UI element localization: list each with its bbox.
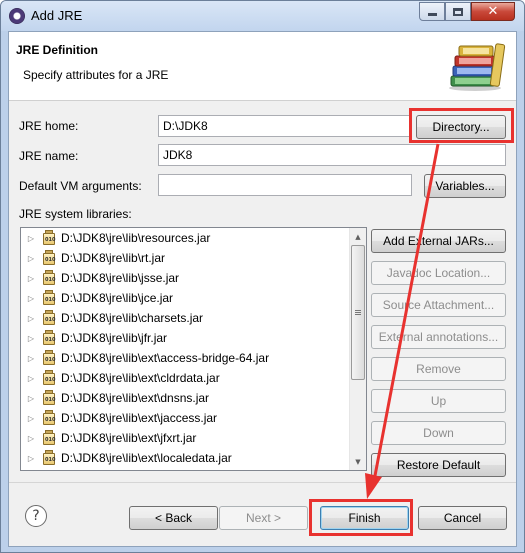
minimize-icon xyxy=(427,13,437,16)
expand-arrow-icon[interactable]: ▷ xyxy=(21,234,41,243)
jar-file-icon: 010 xyxy=(41,230,57,246)
list-item[interactable]: ▷ 010 D:\JDK8\jre\lib\resources.jar xyxy=(21,228,351,248)
expand-arrow-icon[interactable]: ▷ xyxy=(21,254,41,263)
next-button[interactable]: Next > xyxy=(219,506,308,530)
list-item[interactable]: ▷ 010 D:\JDK8\jre\lib\ext\dnsns.jar xyxy=(21,388,351,408)
add-external-jars-button[interactable]: Add External JARs... xyxy=(371,229,506,253)
cancel-button[interactable]: Cancel xyxy=(418,506,507,530)
jar-file-icon: 010 xyxy=(41,310,57,326)
jar-file-icon: 010 xyxy=(41,270,57,286)
footer-separator xyxy=(9,482,516,483)
library-path: D:\JDK8\jre\lib\ext\cldrdata.jar xyxy=(61,371,220,385)
wizard-header: JRE Definition Specify attributes for a … xyxy=(9,32,516,101)
expand-arrow-icon[interactable]: ▷ xyxy=(21,274,41,283)
window-title: Add JRE xyxy=(31,8,83,23)
vm-arguments-label: Default VM arguments: xyxy=(19,179,142,193)
source-attachment-button[interactable]: Source Attachment... xyxy=(371,293,506,317)
maximize-icon xyxy=(453,7,463,16)
list-item[interactable]: ▷ 010 D:\JDK8\jre\lib\jce.jar xyxy=(21,288,351,308)
library-path: D:\JDK8\jre\lib\jfr.jar xyxy=(61,331,168,345)
dialog-body: JRE Definition Specify attributes for a … xyxy=(8,31,517,547)
list-item[interactable]: ▷ 010 D:\JDK8\jre\lib\jsse.jar xyxy=(21,268,351,288)
expand-arrow-icon[interactable]: ▷ xyxy=(21,434,41,443)
up-button[interactable]: Up xyxy=(371,389,506,413)
jar-file-icon: 010 xyxy=(41,430,57,446)
help-icon[interactable]: ? xyxy=(25,505,47,527)
library-path: D:\JDK8\jre\lib\ext\jaccess.jar xyxy=(61,411,218,425)
library-path: D:\JDK8\jre\lib\resources.jar xyxy=(61,231,211,245)
list-item[interactable]: ▷ 010 D:\JDK8\jre\lib\ext\jaccess.jar xyxy=(21,408,351,428)
library-path: D:\JDK8\jre\lib\ext\dnsns.jar xyxy=(61,391,210,405)
jar-file-icon: 010 xyxy=(41,250,57,266)
library-path: D:\JDK8\jre\lib\jsse.jar xyxy=(61,271,180,285)
library-path: D:\JDK8\jre\lib\ext\localedata.jar xyxy=(61,451,232,465)
vm-arguments-input[interactable] xyxy=(158,174,412,196)
jar-file-icon: 010 xyxy=(41,290,57,306)
grip-icon xyxy=(355,310,361,315)
jre-home-input[interactable]: D:\JDK8 xyxy=(158,115,412,137)
page-description: Specify attributes for a JRE xyxy=(23,68,169,82)
jar-file-icon: 010 xyxy=(41,330,57,346)
expand-arrow-icon[interactable]: ▷ xyxy=(21,294,41,303)
minimize-button[interactable] xyxy=(419,2,445,21)
list-item[interactable]: ▷ 010 D:\JDK8\jre\lib\ext\jfxrt.jar xyxy=(21,428,351,448)
jar-file-icon: 010 xyxy=(41,390,57,406)
list-item[interactable]: ▷ 010 D:\JDK8\jre\lib\ext\localedata.jar xyxy=(21,448,351,468)
maximize-button[interactable] xyxy=(445,2,471,21)
remove-button[interactable]: Remove xyxy=(371,357,506,381)
list-item[interactable]: ▷ 010 D:\JDK8\jre\lib\rt.jar xyxy=(21,248,351,268)
scrollbar-thumb[interactable] xyxy=(351,245,365,380)
vertical-scrollbar[interactable]: ▲ ▼ xyxy=(349,228,366,470)
directory-button[interactable]: Directory... xyxy=(416,115,506,139)
expand-arrow-icon[interactable]: ▷ xyxy=(21,454,41,463)
list-item[interactable]: ▷ 010 D:\JDK8\jre\lib\jfr.jar xyxy=(21,328,351,348)
library-path: D:\JDK8\jre\lib\rt.jar xyxy=(61,251,166,265)
scroll-down-arrow-icon[interactable]: ▼ xyxy=(350,453,366,470)
jre-name-input[interactable]: JDK8 xyxy=(158,144,506,166)
back-button[interactable]: < Back xyxy=(129,506,218,530)
external-annotations-button[interactable]: External annotations... xyxy=(371,325,506,349)
jre-name-label: JRE name: xyxy=(19,149,79,163)
jar-file-icon: 010 xyxy=(41,370,57,386)
jar-file-icon: 010 xyxy=(41,410,57,426)
variables-button[interactable]: Variables... xyxy=(424,174,506,198)
close-button[interactable]: ✕ xyxy=(471,2,515,21)
finish-button[interactable]: Finish xyxy=(320,506,409,530)
restore-default-button[interactable]: Restore Default xyxy=(371,453,506,477)
expand-arrow-icon[interactable]: ▷ xyxy=(21,354,41,363)
jar-file-icon: 010 xyxy=(41,350,57,366)
jar-file-icon: 010 xyxy=(41,450,57,466)
down-button[interactable]: Down xyxy=(371,421,506,445)
close-icon: ✕ xyxy=(487,4,499,19)
jre-home-label: JRE home: xyxy=(19,119,79,133)
javadoc-location-button[interactable]: Javadoc Location... xyxy=(371,261,506,285)
eclipse-icon xyxy=(9,8,25,24)
expand-arrow-icon[interactable]: ▷ xyxy=(21,334,41,343)
library-path: D:\JDK8\jre\lib\charsets.jar xyxy=(61,311,204,325)
library-path: D:\JDK8\jre\lib\ext\jfxrt.jar xyxy=(61,431,197,445)
scroll-up-arrow-icon[interactable]: ▲ xyxy=(350,228,366,245)
library-path: D:\JDK8\jre\lib\jce.jar xyxy=(61,291,174,305)
expand-arrow-icon[interactable]: ▷ xyxy=(21,314,41,323)
add-jre-dialog: Add JRE ✕ JRE Definition Specify attribu… xyxy=(0,0,525,553)
library-path: D:\JDK8\jre\lib\ext\access-bridge-64.jar xyxy=(61,351,270,365)
jre-libraries-tree[interactable]: ▷ 010 D:\JDK8\jre\lib\resources.jar ▷ 010 D:… xyxy=(20,227,367,471)
expand-arrow-icon[interactable]: ▷ xyxy=(21,374,41,383)
library-books-icon xyxy=(449,43,506,91)
expand-arrow-icon[interactable]: ▷ xyxy=(21,414,41,423)
title-bar[interactable]: Add JRE ✕ xyxy=(1,1,524,31)
list-item[interactable]: ▷ 010 D:\JDK8\jre\lib\ext\cldrdata.jar xyxy=(21,368,351,388)
expand-arrow-icon[interactable]: ▷ xyxy=(21,394,41,403)
list-item[interactable]: ▷ 010 D:\JDK8\jre\lib\charsets.jar xyxy=(21,308,351,328)
page-title: JRE Definition xyxy=(16,43,99,57)
jre-system-libraries-label: JRE system libraries: xyxy=(19,207,132,221)
list-item[interactable]: ▷ 010 D:\JDK8\jre\lib\ext\access-bridge-64… xyxy=(21,348,351,368)
